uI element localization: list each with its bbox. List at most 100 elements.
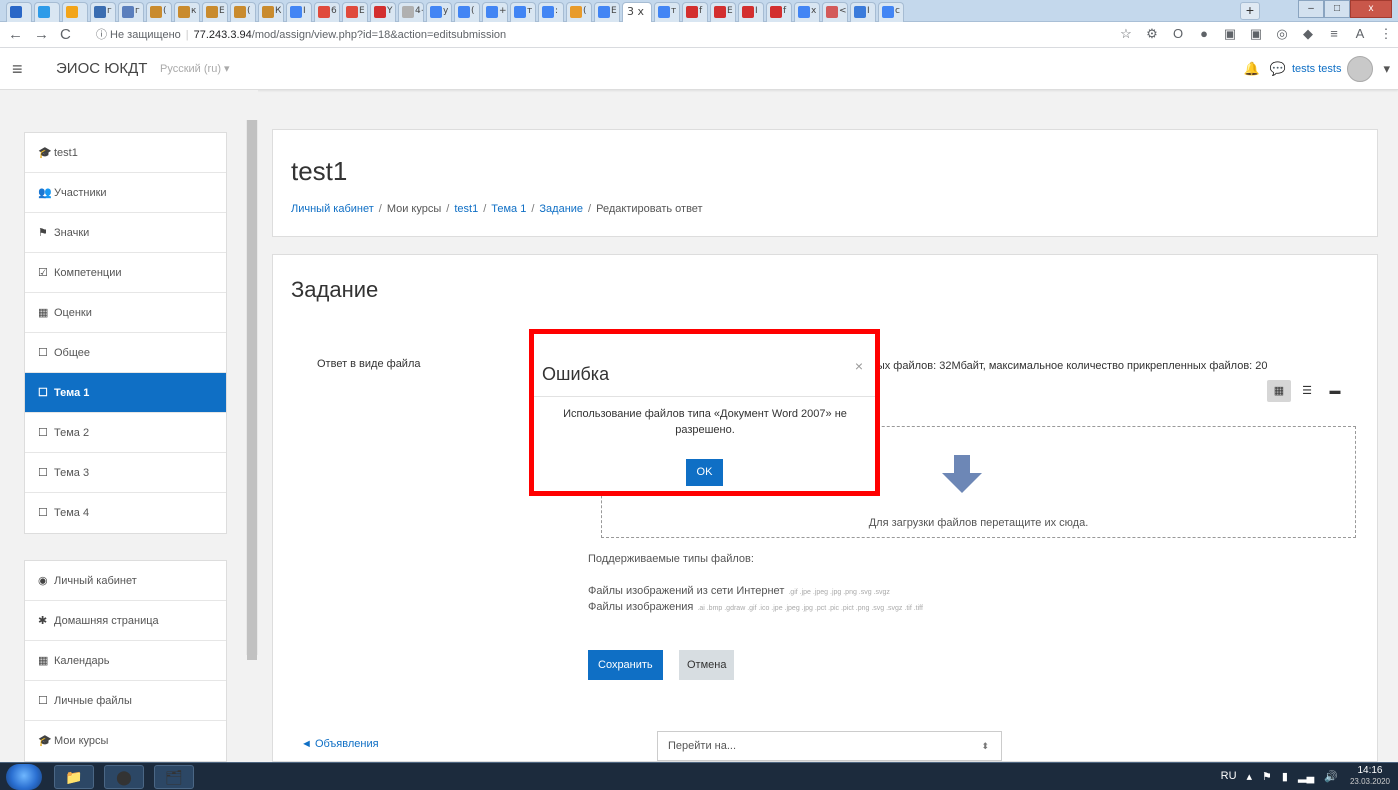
browser-tab[interactable]: к: [174, 2, 200, 22]
drawer-item[interactable]: ▦ Календарь: [25, 641, 226, 681]
browser-tab[interactable]: I: [738, 2, 764, 22]
tray-expand-icon[interactable]: ▴: [1247, 770, 1253, 783]
forward-button[interactable]: →: [34, 26, 49, 44]
user-menu-name[interactable]: tests tests: [1292, 63, 1342, 75]
extension-icon[interactable]: ▣: [1222, 26, 1238, 42]
power-icon[interactable]: ▮: [1282, 770, 1288, 783]
extension-icon[interactable]: ☆: [1118, 26, 1134, 42]
avatar[interactable]: [1347, 56, 1374, 82]
maximize-button[interactable]: □: [1324, 0, 1350, 18]
browser-tab[interactable]: (: [146, 2, 172, 22]
drawer-item[interactable]: 🎓 test1: [25, 133, 226, 173]
drawer-item[interactable]: ▦ Оценки: [25, 293, 226, 333]
grid-view-icon[interactable]: ▦: [1267, 380, 1291, 402]
browser-tab[interactable]: г: [118, 2, 144, 22]
breadcrumb-item[interactable]: Тема 1: [491, 203, 526, 215]
site-name[interactable]: ЭИОС ЮКДТ: [56, 60, 147, 77]
extension-icon[interactable]: ⋮: [1378, 26, 1394, 42]
browser-tab[interactable]: f: [766, 2, 792, 22]
reload-button[interactable]: C: [60, 26, 71, 44]
chevron-down-icon[interactable]: ▾: [1383, 61, 1390, 77]
taskbar-files-icon[interactable]: 🗂: [154, 765, 194, 789]
message-icon[interactable]: 💬: [1270, 61, 1286, 77]
browser-tab[interactable]: К: [258, 2, 284, 22]
extension-icon[interactable]: ▣: [1248, 26, 1264, 42]
close-window-button[interactable]: x: [1350, 0, 1392, 18]
extension-icon[interactable]: O: [1170, 26, 1186, 42]
browser-tab[interactable]: Е: [710, 2, 736, 22]
browser-tab[interactable]: :: [538, 2, 564, 22]
network-icon[interactable]: ▂▄: [1298, 770, 1314, 783]
bell-icon[interactable]: 🔔: [1244, 61, 1260, 77]
browser-tab[interactable]: [34, 2, 60, 22]
close-icon[interactable]: ×: [855, 358, 863, 374]
folder-view-icon[interactable]: ▬: [1323, 380, 1347, 402]
browser-tab[interactable]: <: [822, 2, 848, 22]
browser-tab[interactable]: (: [230, 2, 256, 22]
flag-icon[interactable]: ⚑: [1262, 770, 1272, 783]
browser-tab[interactable]: с: [878, 2, 904, 22]
language-menu[interactable]: Русский (ru) ▾: [160, 62, 230, 75]
volume-icon[interactable]: 🔊: [1324, 770, 1338, 783]
browser-tab[interactable]: Е: [594, 2, 620, 22]
breadcrumb-item[interactable]: Мои курсы: [387, 203, 441, 215]
browser-tab[interactable]: Y: [370, 2, 396, 22]
browser-tab[interactable]: y: [426, 2, 452, 22]
drawer-scrollbar[interactable]: [246, 120, 258, 660]
security-indicator[interactable]: ⓘ Не защищено: [96, 29, 181, 41]
drawer-item[interactable]: ☐ Тема 1: [25, 373, 226, 413]
drawer-item[interactable]: ☐ Общее: [25, 333, 226, 373]
jump-to-select[interactable]: Перейти на... ⬍: [657, 731, 1002, 761]
extension-icon[interactable]: ≡: [1326, 26, 1342, 42]
browser-tab[interactable]: Е: [342, 2, 368, 22]
drawer-item[interactable]: ☐ Тема 4: [25, 493, 226, 533]
browser-tab[interactable]: т: [510, 2, 536, 22]
scrollbar-thumb[interactable]: [247, 120, 257, 660]
browser-tab[interactable]: f: [682, 2, 708, 22]
browser-tab[interactable]: [62, 2, 88, 22]
extension-icon[interactable]: A: [1352, 26, 1368, 42]
clock[interactable]: 14:16 23.03.2020: [1350, 765, 1390, 787]
extension-icon[interactable]: ●: [1196, 26, 1212, 42]
browser-tab[interactable]: т: [654, 2, 680, 22]
language-indicator[interactable]: RU: [1221, 770, 1237, 782]
drawer-item[interactable]: 👥 Участники: [25, 173, 226, 213]
browser-tab[interactable]: г: [90, 2, 116, 22]
drawer-item[interactable]: ☐ Тема 2: [25, 413, 226, 453]
browser-tab[interactable]: [6, 2, 32, 22]
ok-button[interactable]: OK: [686, 459, 723, 486]
list-view-icon[interactable]: ☰: [1295, 380, 1319, 402]
drawer-item[interactable]: ⚑ Значки: [25, 213, 226, 253]
taskbar-explorer-icon[interactable]: 📁: [54, 765, 94, 789]
breadcrumb-item[interactable]: test1: [454, 203, 478, 215]
browser-tab[interactable]: I: [286, 2, 312, 22]
new-tab-button[interactable]: +: [1240, 2, 1260, 20]
browser-tab[interactable]: (: [566, 2, 592, 22]
menu-toggle-icon[interactable]: ≡: [12, 57, 36, 81]
back-button[interactable]: ←: [8, 26, 23, 44]
extension-icon[interactable]: ⚙: [1144, 26, 1160, 42]
drawer-item[interactable]: ☐ Личные файлы: [25, 681, 226, 721]
browser-tab[interactable]: +: [482, 2, 508, 22]
breadcrumb-item[interactable]: Личный кабинет: [291, 203, 374, 215]
url-field[interactable]: ⓘ Не защищено | 77.243.3.94/mod/assign/vie…: [96, 25, 1066, 45]
drawer-item[interactable]: ◉ Личный кабинет: [25, 561, 226, 601]
start-button[interactable]: [6, 764, 42, 790]
extension-icon[interactable]: ◆: [1300, 26, 1316, 42]
prev-activity-link[interactable]: ◄ Объявления: [301, 738, 379, 750]
browser-tab[interactable]: I: [850, 2, 876, 22]
save-button[interactable]: Сохранить: [588, 650, 663, 680]
drawer-item[interactable]: 🎓 Мои курсы: [25, 721, 226, 761]
drawer-item[interactable]: ✱ Домашняя страница: [25, 601, 226, 641]
browser-tab[interactable]: (: [454, 2, 480, 22]
drawer-item[interactable]: ☐ Тема 3: [25, 453, 226, 493]
taskbar-chrome-icon[interactable]: ⬤: [104, 765, 144, 789]
browser-tab[interactable]: Е: [202, 2, 228, 22]
breadcrumb-item[interactable]: Задание: [539, 203, 583, 215]
browser-tab[interactable]: 4+: [398, 2, 424, 22]
minimize-button[interactable]: –: [1298, 0, 1324, 18]
drawer-item[interactable]: ☑ Компетенции: [25, 253, 226, 293]
cancel-button[interactable]: Отмена: [679, 650, 735, 680]
browser-tab[interactable]: 3 x: [622, 2, 652, 22]
browser-tab[interactable]: х: [794, 2, 820, 22]
